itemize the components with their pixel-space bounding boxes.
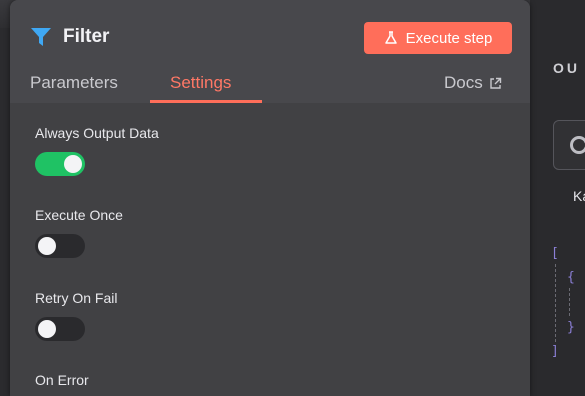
tab-settings[interactable]: Settings (170, 73, 231, 93)
setting-always-output-data-label: Always Output Data (35, 125, 159, 141)
toggle-knob (38, 237, 56, 255)
json-guide-line (555, 264, 556, 342)
execute-step-button[interactable]: Execute step (364, 22, 512, 54)
json-guide-line-inner (569, 288, 570, 316)
external-link-icon (490, 77, 501, 89)
json-open-brace: { (567, 270, 575, 285)
json-close-bracket: ] (551, 344, 559, 359)
tab-parameters[interactable]: Parameters (30, 73, 118, 93)
always-output-data-toggle[interactable] (35, 152, 85, 176)
setting-execute-once-label: Execute Once (35, 207, 123, 223)
toggle-knob (38, 320, 56, 338)
tab-docs[interactable]: Docs (444, 73, 502, 93)
filter-icon (31, 28, 51, 46)
flask-icon (384, 31, 397, 44)
node-title: Filter (63, 26, 110, 47)
node-settings-panel: Filter Execute step Parameters Settings … (10, 0, 530, 396)
tab-docs-label: Docs (444, 73, 483, 92)
retry-on-fail-toggle[interactable] (35, 317, 85, 341)
setting-on-error-label: On Error (35, 372, 89, 388)
output-pane-title: OU (553, 60, 580, 76)
refresh-icon (570, 136, 585, 154)
execute-once-toggle[interactable] (35, 234, 85, 258)
output-mode-button[interactable] (553, 120, 585, 170)
active-tab-indicator (150, 100, 262, 103)
json-close-brace: } (567, 320, 575, 335)
execute-step-label: Execute step (405, 29, 493, 47)
toggle-knob (64, 155, 82, 173)
setting-retry-on-fail-label: Retry On Fail (35, 290, 118, 306)
output-partial-label: Ka (573, 188, 585, 204)
json-open-bracket: [ (551, 246, 559, 261)
